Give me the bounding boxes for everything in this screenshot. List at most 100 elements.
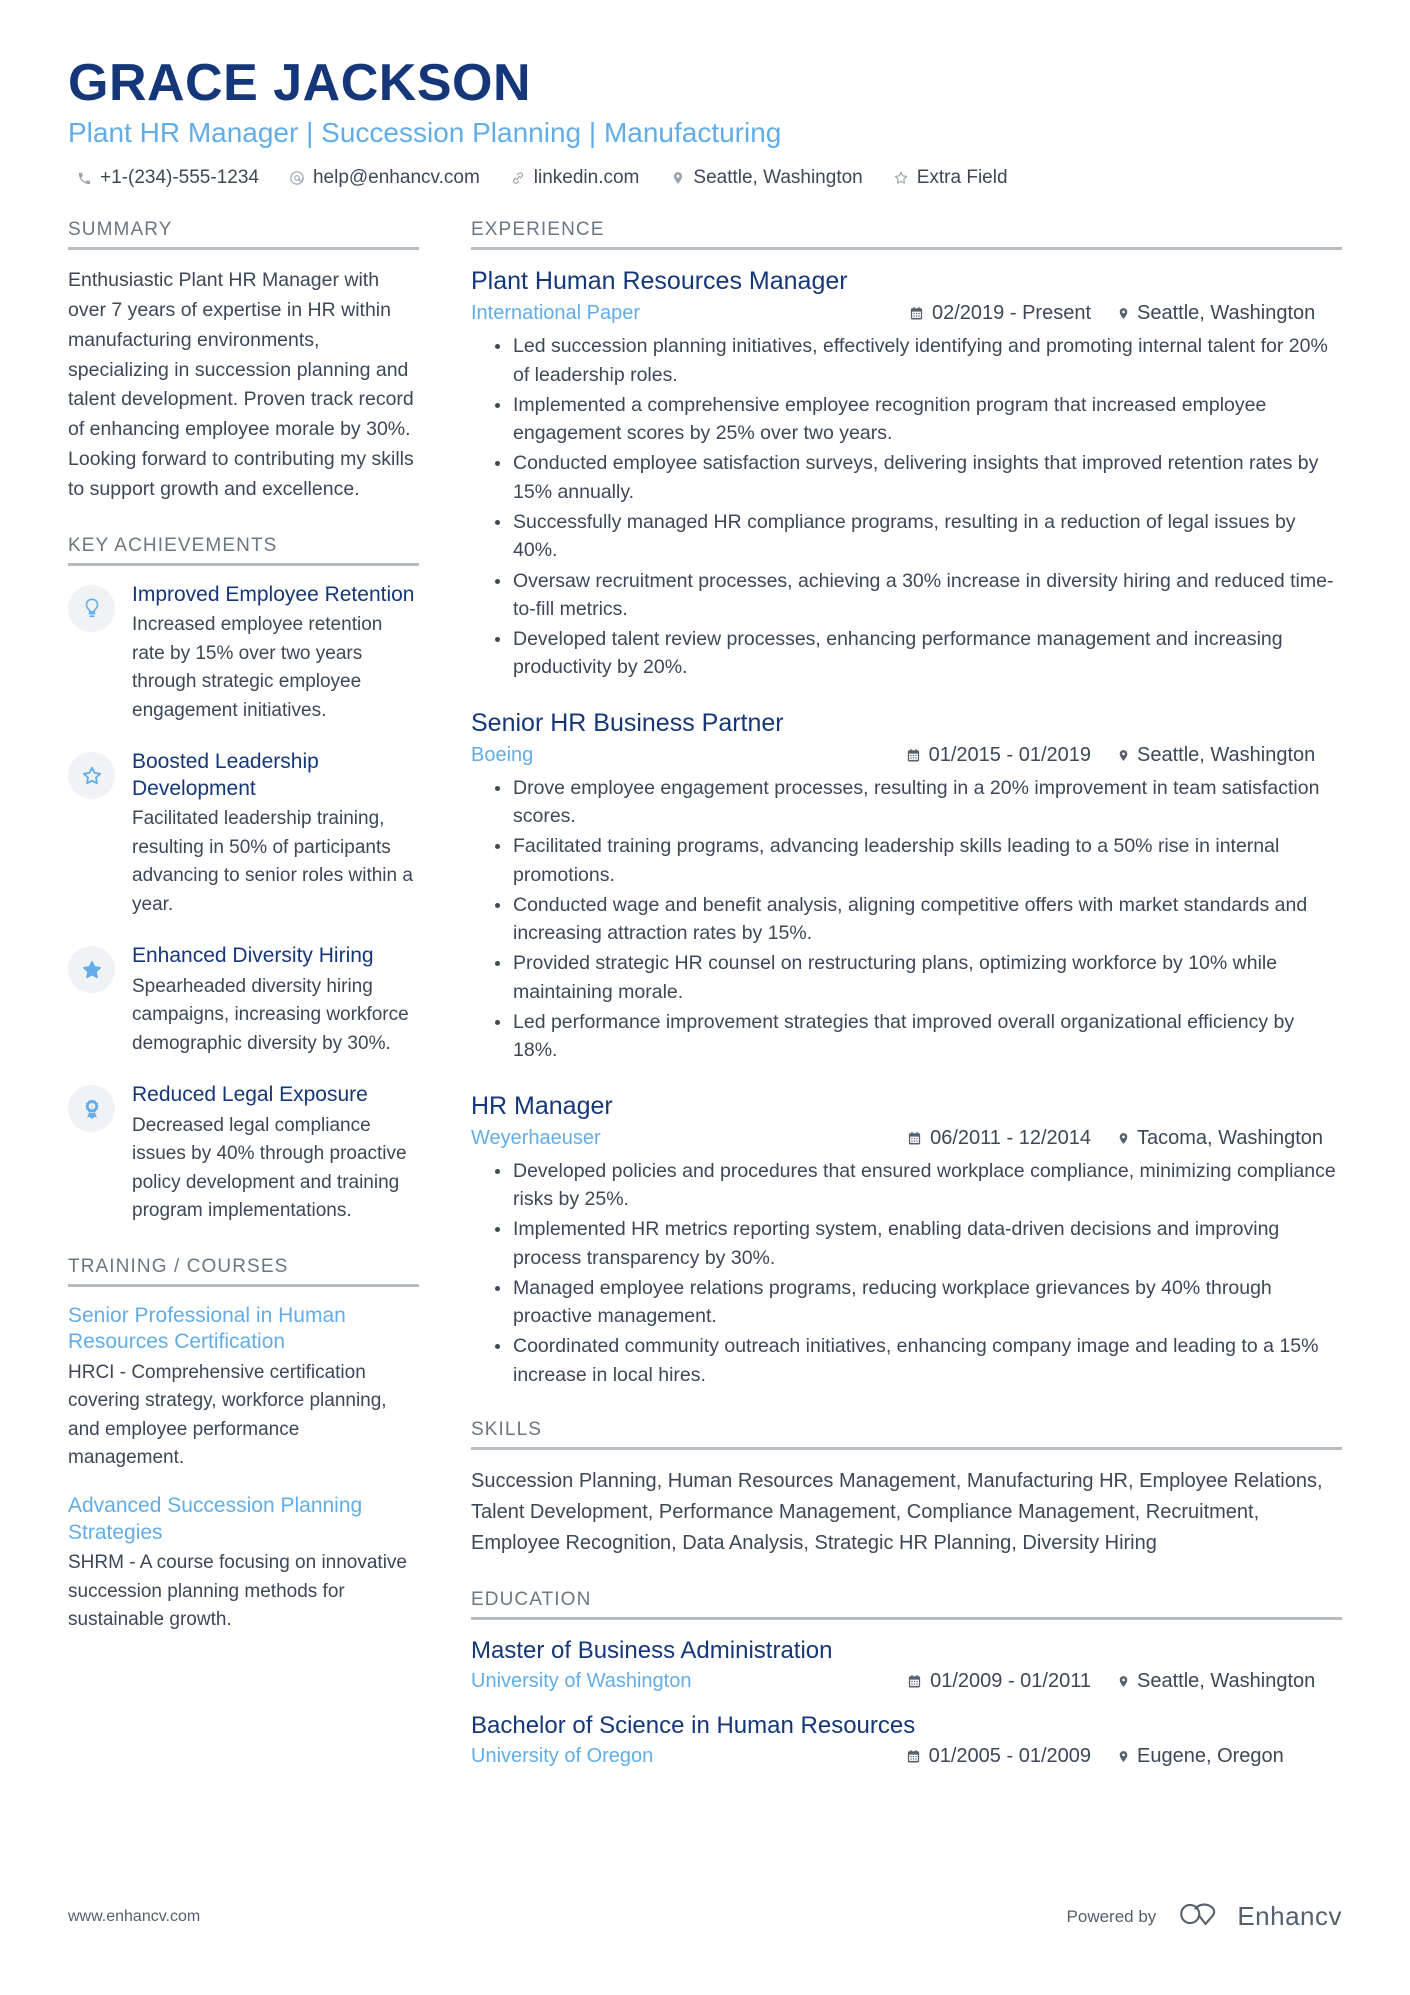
- education-item: Bachelor of Science in Human Resources U…: [471, 1711, 1342, 1768]
- experience-meta: International Paper 02/2019 - Present Se…: [471, 302, 1342, 325]
- section-key-achievements: KEY ACHIEVEMENTS Improved Employee Reten…: [68, 535, 419, 1226]
- education-heading: EDUCATION: [471, 1589, 1342, 1620]
- bullet-item: Oversaw recruitment processes, achieving…: [493, 567, 1342, 624]
- bullet-item: Developed policies and procedures that e…: [493, 1157, 1342, 1214]
- phone-icon: [76, 169, 93, 188]
- calendar-icon: [907, 1131, 922, 1146]
- achievement-title: Reduced Legal Exposure: [132, 1083, 368, 1107]
- bullet-item: Led performance improvement strategies t…: [493, 1008, 1342, 1065]
- education-degree: Master of Business Administration: [471, 1636, 833, 1664]
- experience-item: Senior HR Business Partner Boeing 01/201…: [471, 708, 1342, 1065]
- section-training-courses: TRAINING / COURSES Senior Professional i…: [68, 1256, 419, 1635]
- left-column: SUMMARY Enthusiastic Plant HR Manager wi…: [68, 219, 443, 1665]
- svg-text:1: 1: [90, 1104, 93, 1110]
- experience-dates: 02/2019 - Present: [909, 302, 1091, 325]
- bullet-item: Led succession planning initiatives, eff…: [493, 332, 1342, 389]
- achievement-title: Boosted Leadership Development: [132, 750, 319, 800]
- candidate-headline: Plant HR Manager | Succession Planning |…: [68, 117, 782, 149]
- experience-dates-text: 02/2019 - Present: [932, 302, 1091, 325]
- contact-email[interactable]: help@enhancv.com: [289, 167, 480, 189]
- achievement-description: Increased employee retention rate by 15%…: [132, 614, 383, 721]
- location-pin-icon: [1117, 306, 1130, 321]
- bullet-item: Implemented a comprehensive employee rec…: [493, 391, 1342, 448]
- training-title[interactable]: Senior Professional in Human Resources C…: [68, 1303, 419, 1356]
- location-pin-icon: [1117, 1749, 1130, 1764]
- contact-row: +1-(234)-555-1234 help@enhancv.com linke…: [68, 167, 1342, 189]
- experience-meta: Weyerhaeuser 06/2011 - 12/2014 Tacoma, W…: [471, 1127, 1342, 1150]
- bullet-item: Successfully managed HR compliance progr…: [493, 508, 1342, 565]
- contact-phone[interactable]: +1-(234)-555-1234: [76, 167, 259, 189]
- education-dates-text: 01/2005 - 01/2009: [928, 1744, 1091, 1767]
- achievement-body: Reduced Legal Exposure Decreased legal c…: [132, 1082, 419, 1225]
- bullet-item: Managed employee relations programs, red…: [493, 1274, 1342, 1331]
- calendar-icon: [906, 748, 921, 763]
- education-dates: 01/2009 - 01/2011: [907, 1670, 1091, 1693]
- education-location: Seattle, Washington: [1117, 1670, 1342, 1693]
- bullet-item: Drove employee engagement processes, res…: [493, 774, 1342, 831]
- email-icon: [289, 169, 306, 188]
- experience-company[interactable]: Weyerhaeuser: [471, 1127, 601, 1150]
- achievement-body: Improved Employee Retention Increased em…: [132, 582, 419, 725]
- achievement-description: Facilitated leadership training, resulti…: [132, 808, 413, 915]
- experience-company[interactable]: Boeing: [471, 744, 533, 767]
- education-school[interactable]: University of Washington: [471, 1670, 691, 1693]
- bullet-item: Developed talent review processes, enhan…: [493, 625, 1342, 682]
- achievement-badge: [68, 752, 115, 800]
- star-outline-icon: [80, 764, 104, 788]
- training-description: HRCI - Comprehensive certification cover…: [68, 1361, 387, 1469]
- bullet-item: Coordinated community outreach initiativ…: [493, 1332, 1342, 1389]
- section-summary: SUMMARY Enthusiastic Plant HR Manager wi…: [68, 219, 419, 505]
- experience-dates-text: 01/2015 - 01/2019: [928, 743, 1091, 766]
- training-title[interactable]: Advanced Succession Planning Strategies: [68, 1493, 419, 1546]
- experience-dates: 01/2015 - 01/2019: [906, 744, 1091, 767]
- contact-extra-field: Extra Field: [893, 167, 1008, 189]
- education-meta: University of Washington 01/2009 - 01/20…: [471, 1670, 1342, 1693]
- training-item: Advanced Succession Planning Strategies …: [68, 1493, 419, 1635]
- right-column: EXPERIENCE Plant Human Resources Manager…: [443, 219, 1342, 1798]
- education-location-text: Seattle, Washington: [1137, 1669, 1316, 1692]
- contact-email-text: help@enhancv.com: [312, 167, 480, 189]
- resume-page: GRACE JACKSON Plant HR Manager | Success…: [0, 0, 1410, 1995]
- achievement-body: Enhanced Diversity Hiring Spearheaded di…: [132, 943, 419, 1058]
- achievement-badge: [68, 946, 115, 994]
- education-degree: Bachelor of Science in Human Resources: [471, 1711, 916, 1739]
- education-location: Eugene, Oregon: [1117, 1745, 1342, 1768]
- training-description: SHRM - A course focusing on innovative s…: [68, 1552, 408, 1631]
- contact-linkedin[interactable]: linkedin.com: [510, 167, 639, 189]
- enhancv-logo: Enhancv: [1174, 1900, 1342, 1933]
- achievement-item: Improved Employee Retention Increased em…: [68, 582, 419, 725]
- achievement-title: Enhanced Diversity Hiring: [132, 944, 374, 968]
- experience-role: Plant Human Resources Manager: [471, 267, 848, 296]
- section-experience: EXPERIENCE Plant Human Resources Manager…: [471, 219, 1342, 1389]
- key-achievements-heading: KEY ACHIEVEMENTS: [68, 535, 419, 566]
- experience-location: Seattle, Washington: [1117, 302, 1342, 325]
- star-filled-icon: [80, 958, 104, 982]
- experience-company[interactable]: International Paper: [471, 302, 640, 325]
- powered-by: Powered by Enhancv: [1067, 1900, 1342, 1933]
- education-school[interactable]: University of Oregon: [471, 1745, 653, 1768]
- section-skills: SKILLS Succession Planning, Human Resour…: [471, 1419, 1342, 1559]
- location-pin-icon: [1117, 1674, 1130, 1689]
- link-icon: [510, 169, 527, 188]
- experience-role: HR Manager: [471, 1091, 613, 1120]
- contact-phone-text: +1-(234)-555-1234: [100, 167, 259, 189]
- summary-heading: SUMMARY: [68, 219, 419, 251]
- education-dates-text: 01/2009 - 01/2011: [930, 1669, 1091, 1692]
- experience-location: Tacoma, Washington: [1117, 1127, 1342, 1150]
- footer-website[interactable]: www.enhancv.com: [68, 1908, 200, 1926]
- experience-location-text: Seattle, Washington: [1137, 743, 1316, 766]
- resume-header: GRACE JACKSON Plant HR Manager | Success…: [68, 55, 1342, 189]
- education-location-text: Eugene, Oregon: [1137, 1744, 1284, 1767]
- lightbulb-icon: [81, 597, 103, 619]
- experience-location-text: Seattle, Washington: [1137, 302, 1316, 325]
- calendar-icon: [907, 1674, 922, 1689]
- experience-dates-text: 06/2011 - 12/2014: [930, 1126, 1091, 1149]
- candidate-name: GRACE JACKSON: [68, 54, 531, 112]
- section-education: EDUCATION Master of Business Administrat…: [471, 1589, 1342, 1768]
- achievement-badge: 1: [68, 1085, 115, 1133]
- experience-item: HR Manager Weyerhaeuser 06/2011 - 12/201…: [471, 1091, 1342, 1389]
- experience-heading: EXPERIENCE: [471, 219, 1342, 251]
- achievement-item: Enhanced Diversity Hiring Spearheaded di…: [68, 943, 419, 1058]
- contact-location: Seattle, Washington: [669, 167, 863, 189]
- experience-location: Seattle, Washington: [1117, 744, 1342, 767]
